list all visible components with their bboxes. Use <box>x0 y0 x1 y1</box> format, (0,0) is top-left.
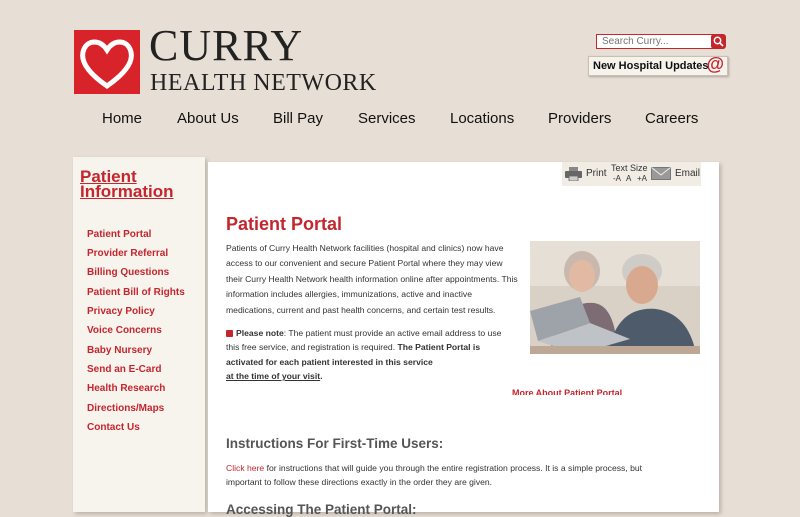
sidebar-title-line2: Information <box>80 182 174 201</box>
text-size-increase[interactable]: +A <box>637 174 647 183</box>
intro-paragraph: Patients of Curry Health Network facilit… <box>226 243 518 315</box>
updates-label: New Hospital Updates <box>593 60 709 72</box>
search-button[interactable] <box>711 34 726 49</box>
sidebar-item-voice-concerns[interactable]: Voice Concerns <box>87 325 162 336</box>
email-button[interactable]: Email <box>651 167 700 185</box>
sidebar-item-directions-maps[interactable]: Directions/Maps <box>87 403 164 414</box>
sidebar-item-provider-referral[interactable]: Provider Referral <box>87 248 168 259</box>
printer-icon <box>565 167 582 182</box>
section-accessing-portal: Accessing The Patient Portal: <box>226 502 417 517</box>
instructions-paragraph: Click here for instructions that will gu… <box>226 461 676 489</box>
page-tools: Print Text Size -A A +A Email <box>562 162 701 186</box>
envelope-icon <box>651 167 671 180</box>
search-icon <box>713 36 724 47</box>
sidebar: Patient Information Patient Portal Provi… <box>73 157 205 512</box>
page-title: Patient Portal <box>226 214 343 234</box>
instructions-text: for instructions that will guide you thr… <box>226 463 643 487</box>
patients-laptop-photo <box>530 241 700 354</box>
nav-locations[interactable]: Locations <box>450 110 514 127</box>
logo-heart[interactable] <box>74 30 140 94</box>
note-end: . <box>320 371 323 382</box>
nav-home[interactable]: Home <box>102 110 142 127</box>
sidebar-item-patient-portal[interactable]: Patient Portal <box>87 229 151 240</box>
note-label: Please note <box>236 328 284 338</box>
text-size-label: Text Size <box>611 163 648 173</box>
note-underlined: at the time of your visit <box>226 371 321 382</box>
sidebar-item-privacy-policy[interactable]: Privacy Policy <box>87 306 155 317</box>
sidebar-item-health-research[interactable]: Health Research <box>87 383 165 394</box>
text-size-decrease[interactable]: -A <box>613 174 621 183</box>
at-icon: @ <box>706 54 724 74</box>
click-here-link[interactable]: Click here <box>226 463 264 473</box>
nav-bill-pay[interactable]: Bill Pay <box>273 110 323 127</box>
sidebar-item-baby-nursery[interactable]: Baby Nursery <box>87 345 152 356</box>
sidebar-item-send-ecard[interactable]: Send an E-Card <box>87 364 161 375</box>
note-paragraph: Please note: The patient must provide an… <box>226 326 506 384</box>
brand-subtitle: HEALTH NETWORK <box>150 70 377 96</box>
note-icon <box>226 330 233 337</box>
more-about-portal-link[interactable]: More About Patient Portal <box>512 385 622 395</box>
sidebar-item-billing-questions[interactable]: Billing Questions <box>87 267 169 278</box>
nav-about-us[interactable]: About Us <box>177 110 239 127</box>
nav-services[interactable]: Services <box>358 110 416 127</box>
section-first-time-users: Instructions For First-Time Users: <box>226 436 444 451</box>
hospital-updates-button[interactable]: New Hospital Updates @ <box>588 54 728 76</box>
print-button[interactable]: Print <box>565 167 607 186</box>
print-label: Print <box>586 168 607 179</box>
search-input[interactable] <box>596 34 720 49</box>
sidebar-item-contact-us[interactable]: Contact Us <box>87 422 140 433</box>
sidebar-title[interactable]: Patient Information <box>80 168 174 201</box>
sidebar-item-patient-bill-of-rights[interactable]: Patient Bill of Rights <box>87 287 185 298</box>
email-label: Email <box>675 168 701 179</box>
nav-careers[interactable]: Careers <box>645 110 698 127</box>
text-size-normal[interactable]: A <box>626 174 631 183</box>
brand-name: CURRY <box>149 21 304 70</box>
nav-providers[interactable]: Providers <box>548 110 611 127</box>
